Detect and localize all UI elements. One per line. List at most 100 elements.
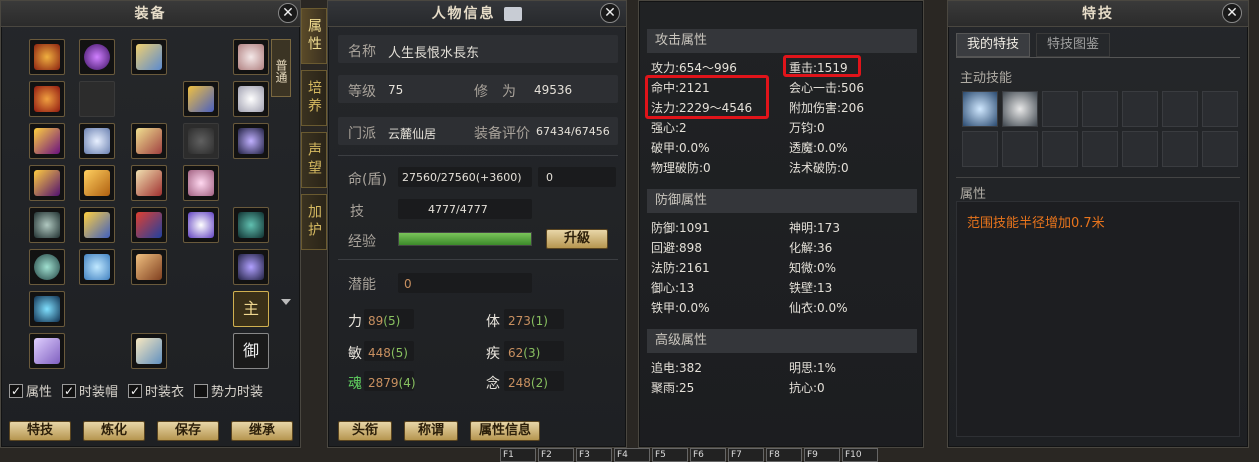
- skill-slot-empty[interactable]: [962, 131, 998, 167]
- equip-slot[interactable]: [131, 123, 167, 159]
- skill-slot-empty[interactable]: [1202, 91, 1238, 127]
- defense-attr: 化解:36: [789, 241, 833, 255]
- equip-slot[interactable]: [29, 207, 65, 243]
- hotkey-slot[interactable]: F2: [538, 448, 574, 462]
- stat-spd-label: 疾: [486, 346, 500, 362]
- close-icon[interactable]: ✕: [278, 3, 298, 23]
- hotkey-slot[interactable]: F10: [842, 448, 878, 462]
- attributes-panel: 攻击属性 攻力:654～996 重击:1519 命中:2121 会心一击:506…: [638, 0, 924, 448]
- equip-slot[interactable]: [233, 249, 269, 285]
- attack-attr: 破甲:0.0%: [651, 141, 710, 155]
- checkbox-fashion-clothes[interactable]: ✓ 时装衣: [128, 381, 184, 400]
- skill-slot-filled[interactable]: [1002, 91, 1038, 127]
- equip-slot[interactable]: [233, 39, 269, 75]
- appellation-button[interactable]: 称谓: [404, 421, 458, 441]
- list-icon[interactable]: [504, 7, 523, 21]
- equip-slot[interactable]: [79, 249, 115, 285]
- stat-str-label: 力: [348, 314, 362, 330]
- stat-soul-points: (4): [398, 376, 416, 390]
- hotkey-slot[interactable]: F3: [576, 448, 612, 462]
- tab-my-skills[interactable]: 我的特技: [956, 33, 1031, 57]
- title-button[interactable]: 头衔: [338, 421, 392, 441]
- equip-slot[interactable]: [29, 333, 65, 369]
- defense-attr: 防御:1091: [651, 221, 710, 235]
- equip-slot[interactable]: [183, 81, 219, 117]
- scroll-down-arrow-icon[interactable]: [281, 299, 291, 305]
- main-slot-button[interactable]: 主: [233, 291, 269, 327]
- equip-slot[interactable]: [233, 123, 269, 159]
- skill-slot-empty[interactable]: [1082, 91, 1118, 127]
- tab-reputation[interactable]: 声望: [301, 132, 327, 188]
- hotkey-slot[interactable]: F9: [804, 448, 840, 462]
- hotkey-slot[interactable]: F8: [766, 448, 802, 462]
- equip-slot-empty[interactable]: [79, 81, 115, 117]
- checkbox-label: 属性: [26, 385, 53, 400]
- equip-slot[interactable]: [183, 207, 219, 243]
- hotkey-slot[interactable]: F6: [690, 448, 726, 462]
- equip-slot[interactable]: [79, 123, 115, 159]
- equip-slot[interactable]: [233, 207, 269, 243]
- highlight-box: [645, 75, 769, 119]
- exp-fill: [399, 233, 531, 245]
- normal-tag[interactable]: 普通: [271, 39, 291, 97]
- potential-label: 潜能: [348, 277, 376, 293]
- hotkey-slot[interactable]: F5: [652, 448, 688, 462]
- close-icon[interactable]: ✕: [600, 3, 620, 23]
- equip-slot[interactable]: [79, 165, 115, 201]
- checkbox-fashion-hat[interactable]: ✓ 时装帽: [62, 381, 118, 400]
- equip-slot[interactable]: [29, 39, 65, 75]
- level-value: 75: [388, 83, 404, 97]
- equip-slot[interactable]: [29, 291, 65, 327]
- tab-attributes[interactable]: 属性: [301, 8, 327, 64]
- attack-attr: 透魔:0.0%: [789, 141, 848, 155]
- skill-slot-empty[interactable]: [1122, 131, 1158, 167]
- equip-slot[interactable]: [29, 249, 65, 285]
- equip-slot[interactable]: [131, 39, 167, 75]
- skill-slot-empty[interactable]: [1202, 131, 1238, 167]
- save-button[interactable]: 保存: [157, 421, 219, 441]
- hotkey-slot[interactable]: F4: [614, 448, 650, 462]
- special-skill-button[interactable]: 特技: [9, 421, 71, 441]
- special-skill-panel: 特技 ✕ 我的特技 特技图鉴 主动技能 属性 范围技能半径增加0.7米: [947, 0, 1249, 448]
- equip-slot[interactable]: [79, 207, 115, 243]
- character-tabs: 属性 培养 声望 加护: [301, 8, 327, 256]
- skill-slot-empty[interactable]: [1082, 131, 1118, 167]
- skill-slot-empty[interactable]: [1042, 131, 1078, 167]
- skill-slot-empty[interactable]: [1162, 131, 1198, 167]
- skill-slot-empty[interactable]: [1002, 131, 1038, 167]
- stat-con-points: (1): [530, 314, 548, 328]
- guard-slot-button[interactable]: 御: [233, 333, 269, 369]
- equip-slot[interactable]: [131, 249, 167, 285]
- equip-slot-empty[interactable]: [183, 123, 219, 159]
- equip-slot[interactable]: [131, 165, 167, 201]
- equip-slot[interactable]: [29, 123, 65, 159]
- checkbox-faction-fashion[interactable]: 势力时装: [194, 381, 263, 400]
- tab-skill-guide[interactable]: 特技图鉴: [1036, 33, 1111, 57]
- equip-slot[interactable]: [29, 165, 65, 201]
- skill-slot-empty[interactable]: [1162, 91, 1198, 127]
- skill-slot-filled[interactable]: [962, 91, 998, 127]
- levelup-button[interactable]: 升級: [546, 229, 608, 249]
- tab-protection[interactable]: 加护: [301, 194, 327, 250]
- stat-agi-points: (5): [390, 346, 408, 360]
- active-skills-label: 主动技能: [960, 71, 1013, 86]
- equip-slot[interactable]: [79, 39, 115, 75]
- hotkey-slot[interactable]: F1: [500, 448, 536, 462]
- inherit-button[interactable]: 继承: [231, 421, 293, 441]
- highlight-box: [783, 55, 861, 77]
- equip-slot[interactable]: [131, 333, 167, 369]
- skill-slot-empty[interactable]: [1042, 91, 1078, 127]
- equip-slot[interactable]: [183, 165, 219, 201]
- exp-bar: [398, 232, 532, 246]
- stat-con-number: 273: [508, 314, 531, 328]
- hotkey-slot[interactable]: F7: [728, 448, 764, 462]
- checkbox-attribute[interactable]: ✓ 属性: [9, 381, 52, 400]
- tab-cultivate[interactable]: 培养: [301, 70, 327, 126]
- attribute-info-button[interactable]: 属性信息: [470, 421, 540, 441]
- equip-slot[interactable]: [233, 81, 269, 117]
- skill-slot-empty[interactable]: [1122, 91, 1158, 127]
- equip-slot[interactable]: [131, 207, 167, 243]
- close-icon[interactable]: ✕: [1222, 3, 1242, 23]
- equip-slot[interactable]: [29, 81, 65, 117]
- refine-button[interactable]: 炼化: [83, 421, 145, 441]
